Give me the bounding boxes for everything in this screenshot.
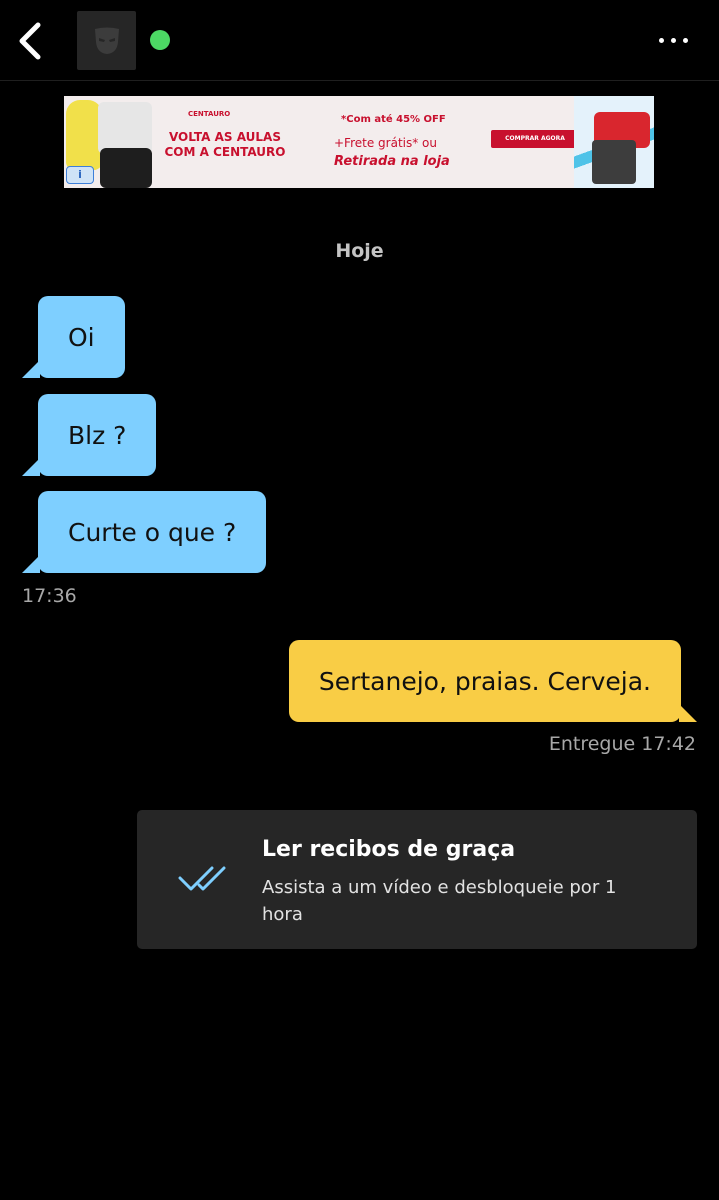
chevron-left-icon — [19, 22, 41, 60]
message-text: Oi — [68, 322, 95, 352]
delivery-status: Entregue 17:42 — [548, 733, 696, 755]
chat-header — [0, 0, 719, 81]
ad-offer: *Com até 45% OFF — [341, 114, 446, 125]
message-text: Sertanejo, praias. Cerveja. — [318, 666, 651, 696]
double-check-icon — [178, 866, 226, 891]
incoming-message[interactable]: Blz ? — [21, 394, 157, 476]
incoming-timestamp: 17:36 — [22, 585, 77, 607]
ad-pickup: Retirada na loja — [334, 154, 450, 169]
ad-banner[interactable]: i CENTAURO VOLTA AS AULAS COM A CENTAURO… — [64, 96, 654, 188]
incoming-message[interactable]: Curte o que ? — [21, 491, 267, 573]
avatar[interactable] — [77, 11, 136, 70]
card-description: Assista a um vídeo e desbloqueie por 1 h… — [262, 877, 617, 925]
ad-headline: VOLTA AS AULAS COM A CENTAURO — [164, 130, 286, 159]
outgoing-message[interactable]: Sertanejo, praias. Cerveja. — [288, 640, 698, 722]
message-text: Blz ? — [68, 420, 127, 450]
ad-products-right — [574, 96, 654, 188]
ad-cta-button[interactable]: COMPRAR AGORA — [491, 130, 579, 148]
ad-info-icon[interactable]: i — [66, 166, 94, 184]
read-receipts-card[interactable]: Ler recibos de graça Assista a um vídeo … — [137, 810, 697, 949]
message-text: Curte o que ? — [68, 517, 237, 547]
chat-screen: i CENTAURO VOLTA AS AULAS COM A CENTAURO… — [0, 0, 719, 1200]
card-title: Ler recibos de graça — [262, 837, 516, 862]
online-status-dot — [150, 30, 170, 50]
incoming-message[interactable]: Oi — [22, 296, 125, 378]
ad-brand: CENTAURO — [188, 110, 231, 118]
mask-icon — [94, 27, 119, 54]
more-horizontal-icon — [658, 37, 664, 43]
ad-shipping: +Frete grátis* ou — [334, 136, 437, 150]
date-separator: Hoje — [335, 240, 384, 262]
more-options-button[interactable] — [651, 22, 695, 58]
back-button[interactable] — [10, 18, 50, 64]
